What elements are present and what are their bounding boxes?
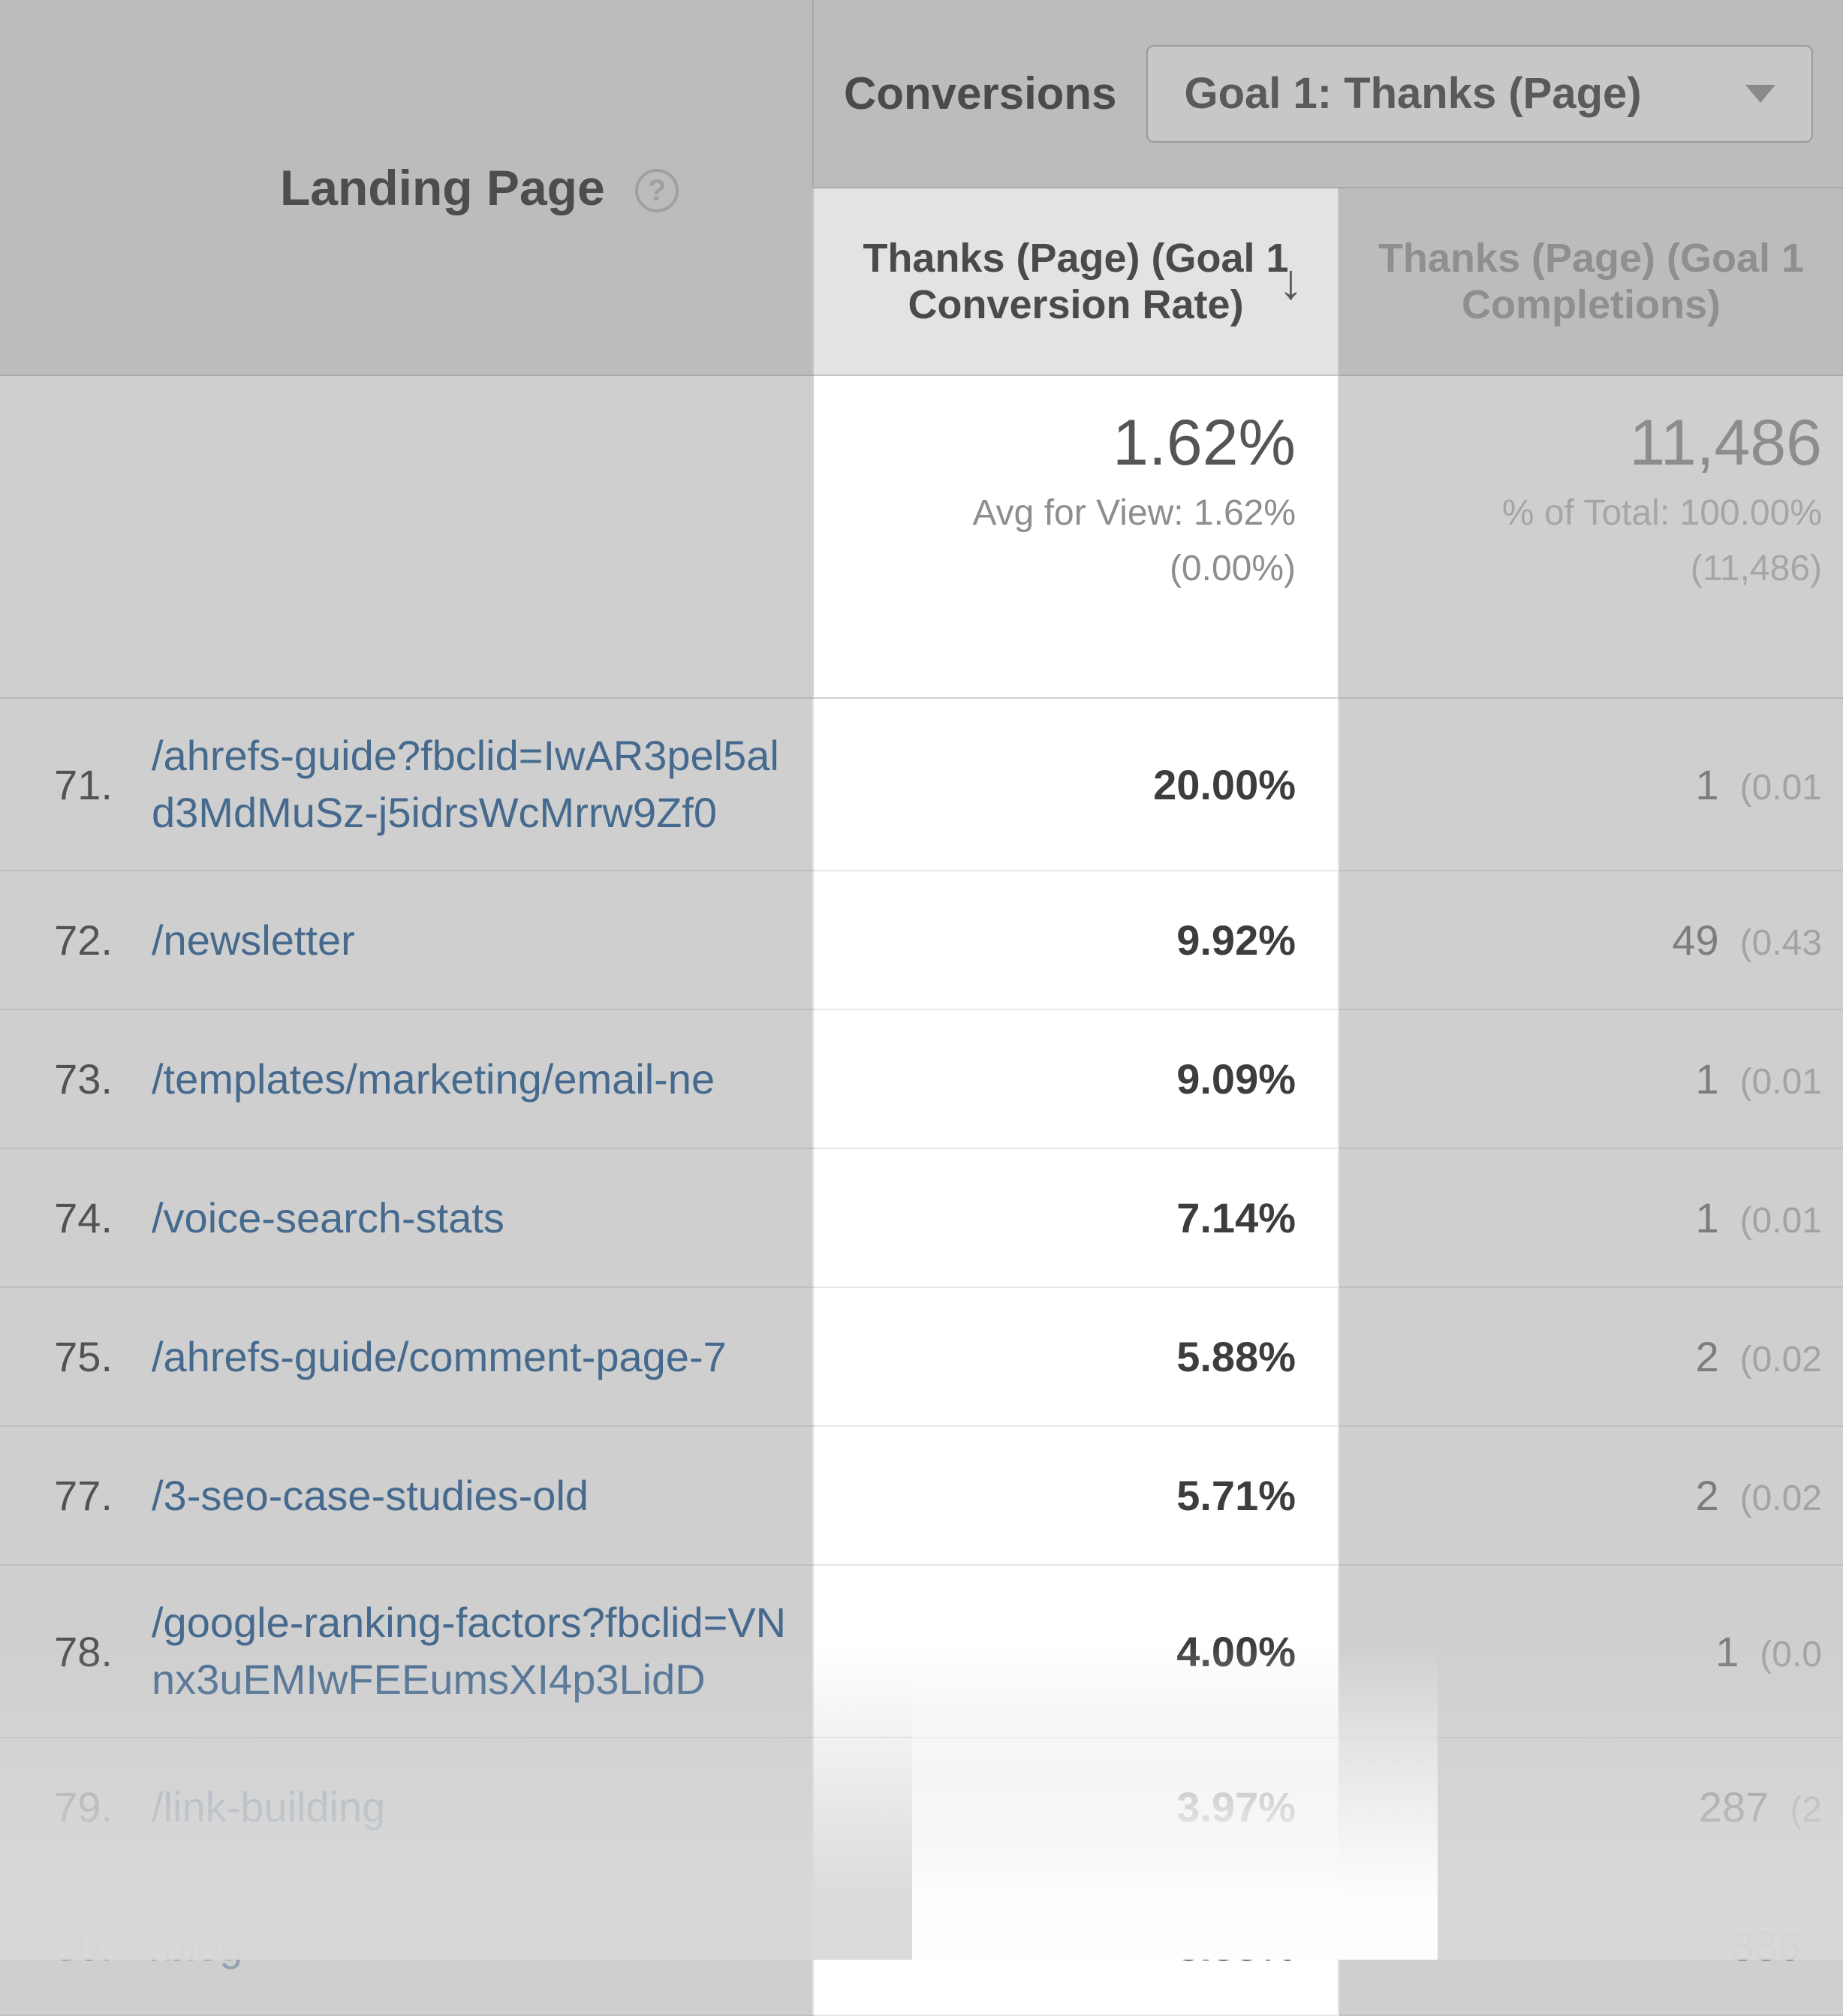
summary-completions: 11,486 % of Total: 100.00% (11,486) [1339, 375, 1843, 698]
completions-number: 1 [1695, 1193, 1718, 1242]
summary-conversion-rate: 1.62% Avg for View: 1.62% (0.00%) [813, 375, 1339, 698]
table-row[interactable]: 71./ahrefs-guide?fbclid=IwAR3pel5ald3MdM… [0, 698, 1843, 871]
completions-percent: (2 [1790, 1790, 1822, 1830]
landing-page-link[interactable]: /google-ranking-factors?fbclid=VNnx3uEMI… [143, 1565, 813, 1738]
table-row[interactable]: 77./3-seo-case-studies-old5.71% 2 (0.02 [0, 1426, 1843, 1565]
completions-value: 1 (0.01 [1339, 1010, 1843, 1148]
help-icon[interactable]: ? [635, 169, 679, 212]
conversion-rate-value: 3.88% [813, 1876, 1339, 2015]
summary-rate-value: 1.62% [844, 406, 1296, 480]
conversions-header-cell: Conversions Goal 1: Thanks (Page) [813, 0, 1843, 188]
landing-page-link[interactable]: /3-seo-case-studies-old [143, 1426, 813, 1565]
table-row[interactable]: 78./google-ranking-factors?fbclid=VNnx3u… [0, 1565, 1843, 1738]
completions-value: 1 (0.0 [1339, 1565, 1843, 1738]
landing-page-link[interactable]: /voice-search-stats [143, 1148, 813, 1287]
completions-number: 1 [1715, 1627, 1739, 1676]
landing-page-link[interactable]: /templates/marketing/email-ne [143, 1010, 813, 1148]
completions-value: 49 (0.43 [1339, 871, 1843, 1010]
landing-page-link[interactable]: /newsletter [143, 871, 813, 1010]
conversion-rate-value: 4.00% [813, 1565, 1339, 1738]
conversion-rate-value: 9.92% [813, 871, 1339, 1010]
completions-value: 1 (0.01 [1339, 698, 1843, 871]
landing-pages-table: Landing Page ? Conversions Goal 1: Thank… [0, 0, 1843, 2016]
completions-number: 49 [1672, 916, 1718, 964]
column-header-landing-page[interactable]: Landing Page ? [0, 0, 813, 375]
completions-number: 336 [1731, 1921, 1801, 1970]
completions-percent: (0.0 [1760, 1635, 1822, 1674]
row-index: 74. [0, 1148, 143, 1287]
summary-row: 1.62% Avg for View: 1.62% (0.00%) 11,486… [0, 375, 1843, 698]
completions-percent: (0.01 [1740, 768, 1822, 808]
row-index: 78. [0, 1565, 143, 1738]
completions-value: 287 (2 [1339, 1738, 1843, 1876]
completions-percent: (0.01 [1740, 1062, 1822, 1102]
goal-select[interactable]: Goal 1: Thanks (Page) [1146, 45, 1813, 143]
landing-page-link[interactable]: /ahrefs-guide?fbclid=IwAR3pel5ald3MdMuSz… [143, 698, 813, 871]
landing-page-label: Landing Page [280, 160, 605, 215]
completions-value: 1 (0.01 [1339, 1148, 1843, 1287]
summary-rate-sub2: (0.00%) [844, 546, 1296, 591]
sort-descending-icon: ↓ [1278, 253, 1303, 310]
summary-rate-sub1: Avg for View: 1.62% [844, 491, 1296, 536]
completions-number: 287 [1699, 1783, 1769, 1831]
column-header-conversion-rate[interactable]: Thanks (Page) (Goal 1 Conversion Rate) ↓ [813, 188, 1339, 375]
summary-compl-sub1: % of Total: 100.00% [1354, 491, 1822, 536]
completions-value: 336 [1339, 1876, 1843, 2015]
conversion-rate-value: 5.71% [813, 1426, 1339, 1565]
row-index: 75. [0, 1287, 143, 1426]
completions-percent: (0.01 [1740, 1201, 1822, 1241]
row-index: 73. [0, 1010, 143, 1148]
summary-blank [0, 375, 813, 698]
conversion-rate-value: 3.97% [813, 1738, 1339, 1876]
table-row[interactable]: 74./voice-search-stats7.14% 1 (0.01 [0, 1148, 1843, 1287]
conversion-rate-value: 7.14% [813, 1148, 1339, 1287]
completions-value: 2 (0.02 [1339, 1287, 1843, 1426]
completions-number: 1 [1695, 760, 1718, 809]
landing-page-link[interactable]: /ahrefs-guide/comment-page-7 [143, 1287, 813, 1426]
summary-compl-value: 11,486 [1354, 406, 1822, 480]
landing-page-link[interactable]: /link-building [143, 1738, 813, 1876]
table-row[interactable]: 80./blog3.88% 336 [0, 1876, 1843, 2015]
completions-value: 2 (0.02 [1339, 1426, 1843, 1565]
goal-select-value: Goal 1: Thanks (Page) [1184, 68, 1641, 119]
table-row[interactable]: 75./ahrefs-guide/comment-page-75.88% 2 (0.… [0, 1287, 1843, 1426]
completions-number: 2 [1695, 1332, 1718, 1381]
chevron-down-icon [1745, 85, 1775, 103]
conversion-rate-value: 9.09% [813, 1010, 1339, 1148]
row-index: 72. [0, 871, 143, 1010]
table-row[interactable]: 72./newsletter9.92% 49 (0.43 [0, 871, 1843, 1010]
conversion-rate-value: 20.00% [813, 698, 1339, 871]
row-index: 71. [0, 698, 143, 871]
row-index: 80. [0, 1876, 143, 2015]
column-header-completions[interactable]: Thanks (Page) (Goal 1 Completions) [1339, 188, 1843, 375]
summary-compl-sub2: (11,486) [1354, 546, 1822, 591]
row-index: 79. [0, 1738, 143, 1876]
table-row[interactable]: 79./link-building3.97% 287 (2 [0, 1738, 1843, 1876]
row-index: 77. [0, 1426, 143, 1565]
landing-page-link[interactable]: /blog [143, 1876, 813, 2015]
table-row[interactable]: 73./templates/marketing/email-ne9.09% 1 (0… [0, 1010, 1843, 1148]
completions-percent: (0.02 [1740, 1479, 1822, 1518]
completions-percent: (0.02 [1740, 1340, 1822, 1380]
conversion-rate-label: Thanks (Page) (Goal 1 Conversion Rate) [863, 236, 1288, 327]
completions-percent: (0.43 [1740, 923, 1822, 963]
conversion-rate-value: 5.88% [813, 1287, 1339, 1426]
completions-label: Thanks (Page) (Goal 1 Completions) [1378, 236, 1804, 327]
completions-number: 2 [1695, 1471, 1718, 1520]
conversions-label: Conversions [844, 68, 1116, 119]
completions-number: 1 [1695, 1055, 1718, 1103]
